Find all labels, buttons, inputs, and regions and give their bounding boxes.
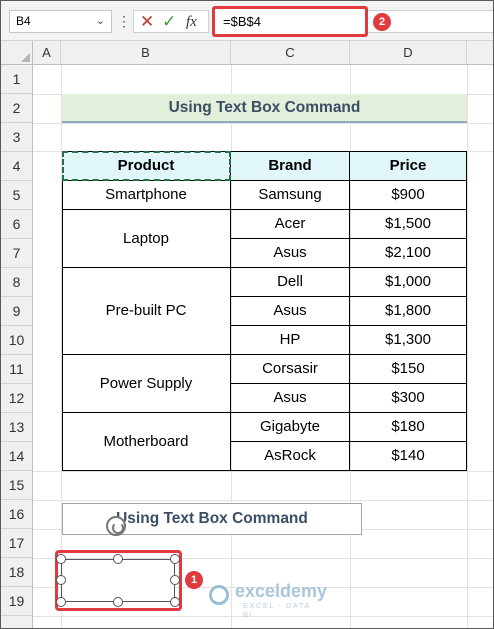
price-cell[interactable]: $150 <box>350 355 467 384</box>
row-header[interactable]: 3 <box>1 123 32 152</box>
row-header[interactable]: 19 <box>1 587 32 616</box>
rotate-handle-icon[interactable] <box>106 516 126 536</box>
callout-badge-2: 2 <box>373 13 391 31</box>
banner-title[interactable]: Using Text Box Command <box>62 94 467 123</box>
brand-cell[interactable]: Gigabyte <box>231 413 350 442</box>
product-cell[interactable]: Motherboard <box>62 413 231 471</box>
price-cell[interactable]: $1,800 <box>350 297 467 326</box>
column-header-a[interactable]: A <box>33 41 61 64</box>
row-header[interactable]: 6 <box>1 210 32 239</box>
price-cell[interactable]: $1,500 <box>350 210 467 239</box>
row-header[interactable]: 18 <box>1 558 32 587</box>
brand-cell[interactable]: Acer <box>231 210 350 239</box>
column-header-d[interactable]: D <box>350 41 467 64</box>
cancel-icon[interactable]: ✕ <box>140 12 154 32</box>
brand-cell[interactable]: Corsasir <box>231 355 350 384</box>
brand-cell[interactable]: Asus <box>231 239 350 268</box>
product-cell[interactable]: Pre-built PC <box>62 268 231 355</box>
resize-handle[interactable] <box>113 554 123 564</box>
column-headers: A B C D <box>1 41 493 65</box>
formula-input[interactable]: =$B$4 <box>212 6 368 37</box>
select-all-button[interactable] <box>1 41 33 64</box>
row-header[interactable]: 15 <box>1 471 32 500</box>
excel-window: B4 ⌄ ⋮ ✕ ✓ fx =$B$4 2 A B C D 1 2 3 4 5 … <box>0 0 494 629</box>
name-box[interactable]: B4 ⌄ <box>9 10 112 33</box>
row-header[interactable]: 10 <box>1 326 32 355</box>
brand-cell[interactable]: Samsung <box>231 181 350 210</box>
grid-line <box>467 65 468 628</box>
brand-cell[interactable]: HP <box>231 326 350 355</box>
chevron-down-icon[interactable]: ⌄ <box>96 11 105 32</box>
exceldemy-logo-icon <box>209 585 229 605</box>
insert-function-icon[interactable]: fx <box>186 12 197 32</box>
row-header[interactable]: 1 <box>1 65 32 94</box>
resize-handle[interactable] <box>170 597 180 607</box>
watermark-name: exceldemy <box>235 581 328 601</box>
callout-badge-1: 1 <box>185 571 203 589</box>
resize-handle[interactable] <box>170 575 180 585</box>
product-cell[interactable]: Smartphone <box>62 181 231 210</box>
watermark: exceldemy EXCEL · DATA · BI <box>209 581 329 619</box>
row-header[interactable]: 9 <box>1 297 32 326</box>
resize-handle[interactable] <box>56 575 66 585</box>
table-header-price[interactable]: Price <box>350 152 467 181</box>
price-cell[interactable]: $1,300 <box>350 326 467 355</box>
row-header[interactable]: 7 <box>1 239 32 268</box>
row-header[interactable]: 14 <box>1 442 32 471</box>
brand-cell[interactable]: AsRock <box>231 442 350 471</box>
row-header[interactable]: 2 <box>1 94 32 123</box>
price-cell[interactable]: $300 <box>350 384 467 413</box>
row-header[interactable]: 12 <box>1 384 32 413</box>
new-text-box[interactable] <box>61 559 175 602</box>
more-options-icon[interactable]: ⋮ <box>117 11 131 31</box>
formula-buttons: ✕ ✓ fx <box>133 10 209 33</box>
enter-icon[interactable]: ✓ <box>162 12 176 32</box>
resize-handle[interactable] <box>56 554 66 564</box>
brand-cell[interactable]: Dell <box>231 268 350 297</box>
row-headers: 1 2 3 4 5 6 7 8 9 10 11 12 13 14 15 16 1… <box>1 65 33 628</box>
price-cell[interactable]: $140 <box>350 442 467 471</box>
table-header-brand[interactable]: Brand <box>231 152 350 181</box>
name-box-value: B4 <box>16 14 31 28</box>
row-header[interactable]: 8 <box>1 268 32 297</box>
row-header[interactable]: 11 <box>1 355 32 384</box>
copy-selection-marquee <box>62 151 231 181</box>
brand-cell[interactable]: Asus <box>231 384 350 413</box>
price-cell[interactable]: $1,000 <box>350 268 467 297</box>
row-header[interactable]: 4 <box>1 152 32 181</box>
resize-handle[interactable] <box>113 597 123 607</box>
grid-line <box>33 471 493 472</box>
grid-line <box>33 123 493 124</box>
column-header-c[interactable]: C <box>231 41 350 64</box>
formula-bar: B4 ⌄ ⋮ ✕ ✓ fx =$B$4 2 <box>1 1 493 41</box>
price-cell[interactable]: $2,100 <box>350 239 467 268</box>
row-header[interactable]: 5 <box>1 181 32 210</box>
grid-line <box>33 500 493 501</box>
row-header[interactable]: 17 <box>1 529 32 558</box>
product-cell[interactable]: Laptop <box>62 210 231 268</box>
resize-handle[interactable] <box>56 597 66 607</box>
row-header[interactable]: 13 <box>1 413 32 442</box>
column-header-b[interactable]: B <box>61 41 231 64</box>
brand-cell[interactable]: Asus <box>231 297 350 326</box>
product-cell[interactable]: Power Supply <box>62 355 231 413</box>
price-cell[interactable]: $900 <box>350 181 467 210</box>
watermark-tagline: EXCEL · DATA · BI <box>243 601 319 619</box>
resize-handle[interactable] <box>170 554 180 564</box>
row-header[interactable]: 16 <box>1 500 32 529</box>
price-cell[interactable]: $180 <box>350 413 467 442</box>
